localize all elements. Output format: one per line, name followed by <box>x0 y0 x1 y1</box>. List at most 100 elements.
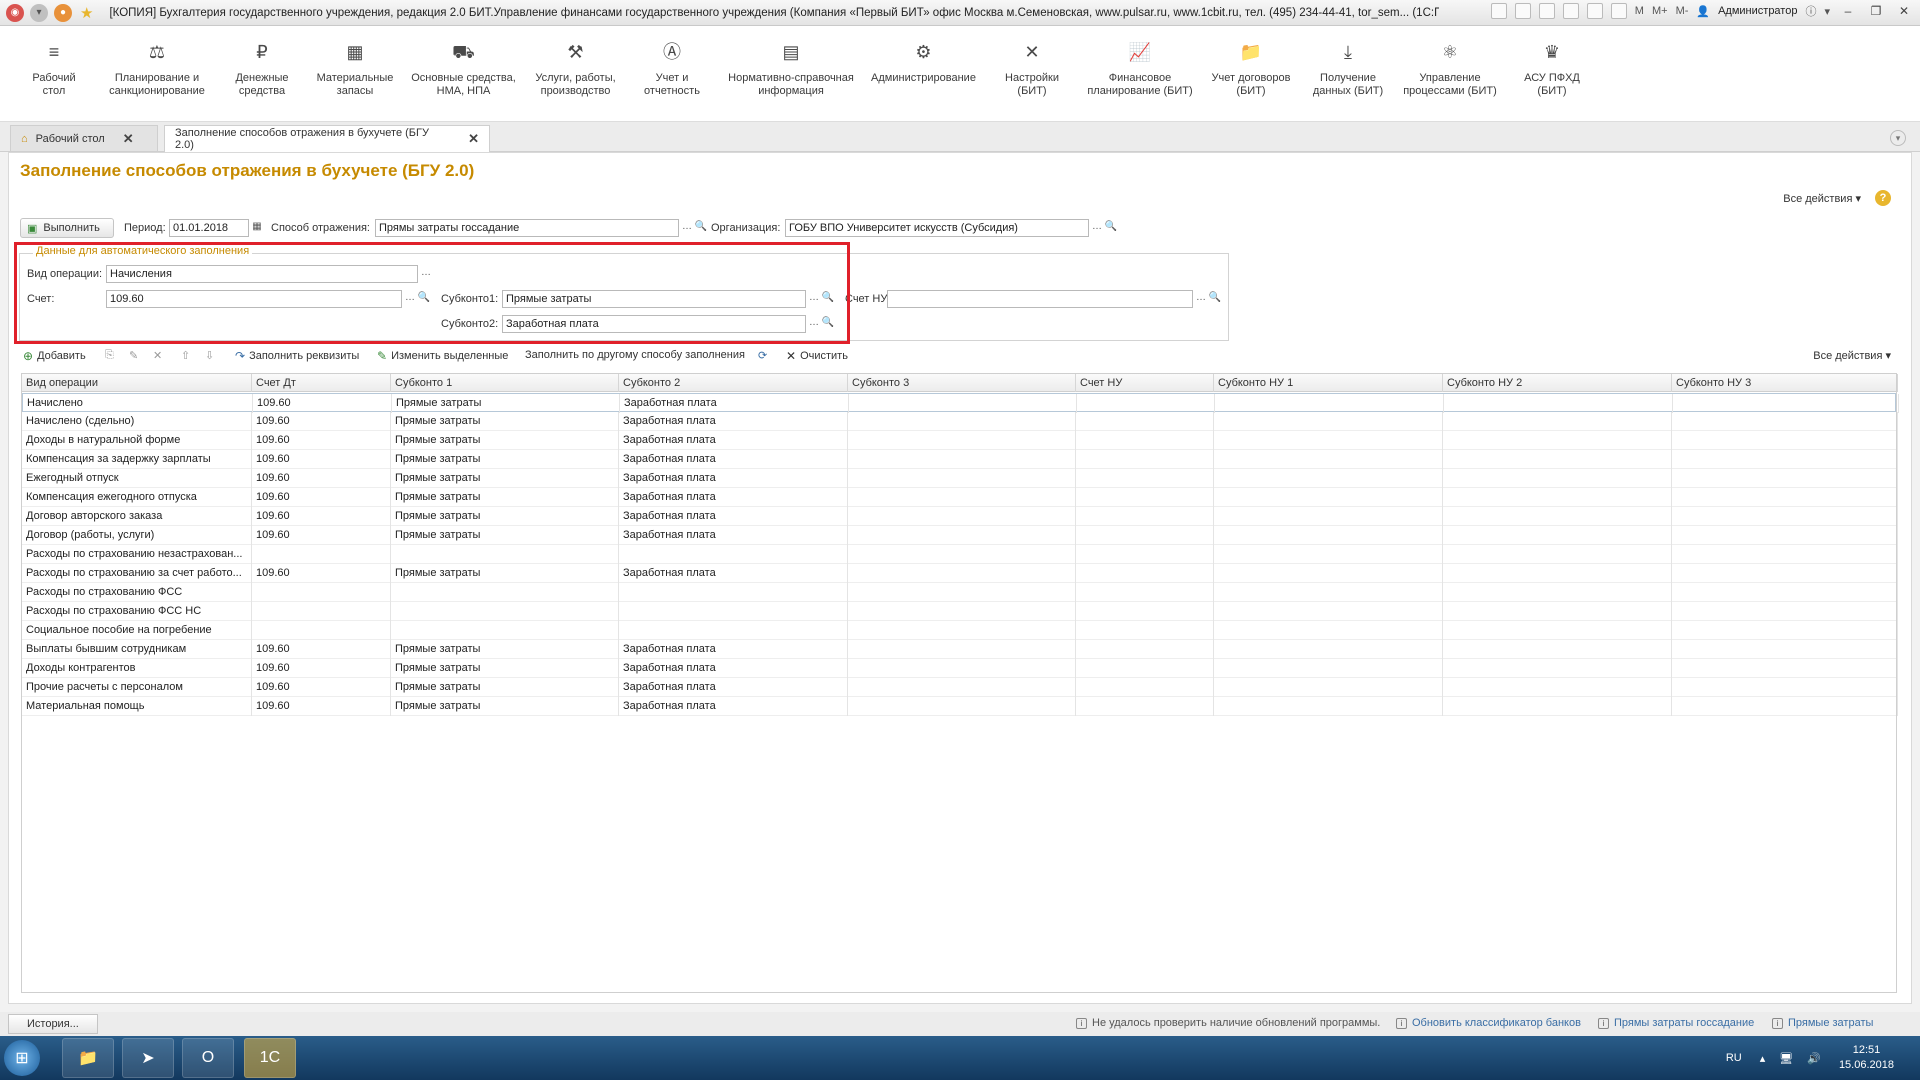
table-cell[interactable] <box>1214 526 1443 545</box>
minimize-button[interactable]: – <box>1838 4 1858 18</box>
memory-m-minus[interactable]: M- <box>1676 5 1689 17</box>
column-header[interactable]: Вид операции <box>22 374 252 392</box>
table-cell[interactable] <box>1443 507 1672 526</box>
update-notice[interactable]: i Не удалось проверить наличие обновлений… <box>1076 1017 1380 1029</box>
table-cell[interactable] <box>1214 583 1443 602</box>
table-cell[interactable] <box>1076 431 1214 450</box>
table-cell[interactable]: Прочие расчеты с персоналом <box>22 678 252 697</box>
table-cell[interactable] <box>1214 469 1443 488</box>
table-row[interactable]: Расходы по страхованию незастрахован... <box>22 545 1898 564</box>
table-cell[interactable] <box>848 697 1076 716</box>
table-cell[interactable] <box>849 394 1077 413</box>
table-cell[interactable]: Заработная плата <box>619 697 848 716</box>
app-menu-icon[interactable]: ◉ <box>6 3 24 22</box>
table-cell[interactable]: Прямые затраты <box>391 697 619 716</box>
section-fixed-assets[interactable]: ⛟ Основные средства, НМА, НПА <box>406 40 521 98</box>
network-icon[interactable]: 🖥 <box>1779 1052 1793 1065</box>
table-cell[interactable] <box>1214 678 1443 697</box>
table-cell[interactable]: 109.60 <box>252 526 391 545</box>
table-cell[interactable] <box>848 621 1076 640</box>
table-cell[interactable] <box>1672 469 1898 488</box>
table-cell[interactable] <box>1672 450 1898 469</box>
table-cell[interactable]: 109.60 <box>252 431 391 450</box>
table-row[interactable]: Расходы по страхованию ФСС <box>22 583 1898 602</box>
section-services[interactable]: ⚒ Услуги, работы, производство <box>528 40 623 98</box>
clock[interactable]: 12:51 15.06.2018 <box>1839 1043 1894 1073</box>
copy-icon[interactable]: ⎘ <box>105 349 114 362</box>
table-cell[interactable] <box>1214 450 1443 469</box>
column-header[interactable]: Субконто 3 <box>848 374 1076 392</box>
table-cell[interactable] <box>1443 640 1672 659</box>
table-cell[interactable] <box>1672 621 1898 640</box>
all-actions-top[interactable]: Все действия ▾ <box>1783 192 1861 205</box>
table-cell[interactable]: 109.60 <box>252 469 391 488</box>
table-cell[interactable] <box>1672 412 1898 431</box>
org-search-icon[interactable]: 🔍 <box>1103 219 1119 237</box>
table-cell[interactable] <box>1076 602 1214 621</box>
column-header[interactable]: Субконто 2 <box>619 374 848 392</box>
account-nu-search-icon[interactable]: 🔍 <box>1207 290 1223 308</box>
add-button[interactable]: ⊕ Добавить <box>23 349 86 363</box>
table-cell[interactable]: Прямые затраты <box>391 564 619 583</box>
table-cell[interactable] <box>252 545 391 564</box>
table-cell[interactable] <box>1443 678 1672 697</box>
history-icon[interactable]: ● <box>54 3 72 22</box>
fill-other-button[interactable]: Заполнить по другому способу заполнения <box>525 349 745 361</box>
link-icon[interactable] <box>1490 3 1507 19</box>
table-cell[interactable] <box>1443 431 1672 450</box>
history-button[interactable]: История... <box>8 1014 98 1034</box>
delete-icon[interactable]: ✕ <box>153 349 162 362</box>
table-cell[interactable]: Выплаты бывшим сотрудникам <box>22 640 252 659</box>
column-header[interactable]: Субконто 1 <box>391 374 619 392</box>
table-row[interactable]: Договор авторского заказа 109.60 Прямые за… <box>22 507 1898 526</box>
table-cell[interactable] <box>848 412 1076 431</box>
table-cell[interactable] <box>848 431 1076 450</box>
table-cell[interactable] <box>619 583 848 602</box>
table-cell[interactable]: Материальная помощь <box>22 697 252 716</box>
table-cell[interactable] <box>1443 621 1672 640</box>
table-cell[interactable] <box>1443 412 1672 431</box>
table-cell[interactable] <box>1672 640 1898 659</box>
table-cell[interactable]: Прямые затраты <box>391 488 619 507</box>
org-field[interactable]: ГОБУ ВПО Университет искусств (Субсидия) <box>785 219 1089 237</box>
table-cell[interactable]: Прямые затраты <box>391 678 619 697</box>
period-field[interactable]: 01.01.2018 <box>169 219 249 237</box>
table-cell[interactable]: Расходы по страхованию ФСС <box>22 583 252 602</box>
table-cell[interactable] <box>1443 488 1672 507</box>
close-window-button[interactable]: ✕ <box>1894 4 1914 18</box>
section-data-import[interactable]: ⤓ Получение данных (БИТ) <box>1304 40 1392 98</box>
table-cell[interactable] <box>1076 507 1214 526</box>
table-cell[interactable]: Заработная плата <box>619 564 848 583</box>
table-cell[interactable]: Прямые затраты <box>391 507 619 526</box>
table-cell[interactable]: Доходы контрагентов <box>22 659 252 678</box>
table-cell[interactable] <box>1076 564 1214 583</box>
table-cell[interactable]: Заработная плата <box>619 412 848 431</box>
tab-desktop[interactable]: ⌂ Рабочий стол ✕ <box>10 125 158 151</box>
table-cell[interactable] <box>848 678 1076 697</box>
table-cell[interactable] <box>848 602 1076 621</box>
language-indicator[interactable]: RU <box>1726 1052 1742 1064</box>
telegram-icon[interactable]: ➤ <box>122 1038 174 1078</box>
table-cell[interactable] <box>1672 659 1898 678</box>
table-cell[interactable] <box>1214 488 1443 507</box>
tabs-menu-icon[interactable]: ▾ <box>1890 130 1906 146</box>
clear-button[interactable]: ✕ Очистить <box>786 349 848 363</box>
table-cell[interactable]: Заработная плата <box>619 678 848 697</box>
table-cell[interactable]: Заработная плата <box>619 488 848 507</box>
table-cell[interactable] <box>619 602 848 621</box>
volume-icon[interactable]: 🔊 <box>1807 1052 1821 1065</box>
user-name[interactable]: Администратор <box>1718 5 1797 17</box>
column-header[interactable]: Субконто НУ 2 <box>1443 374 1672 392</box>
section-processes[interactable]: ⚛ Управление процессами (БИТ) <box>1396 40 1504 98</box>
calendar-icon[interactable]: ▦ <box>249 219 265 237</box>
table-cell[interactable]: Прямые затраты <box>391 526 619 545</box>
table-cell[interactable]: Прямые затраты <box>391 450 619 469</box>
preview-icon[interactable] <box>1538 3 1555 19</box>
table-cell[interactable] <box>1214 659 1443 678</box>
close-tab-icon[interactable]: ✕ <box>123 131 134 147</box>
refresh-icon[interactable]: ⟳ <box>758 349 767 362</box>
table-cell[interactable] <box>1214 545 1443 564</box>
dropdown-icon[interactable]: ▾ <box>30 3 48 22</box>
table-cell[interactable] <box>1076 621 1214 640</box>
table-cell[interactable] <box>848 545 1076 564</box>
